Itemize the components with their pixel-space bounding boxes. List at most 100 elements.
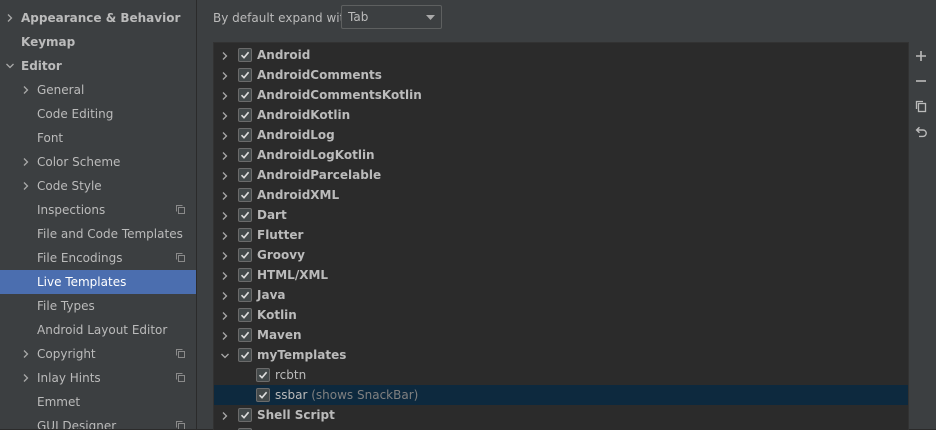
template-abbreviation: rcbtn: [275, 368, 307, 382]
sidebar-item-file-types[interactable]: File Types: [0, 294, 196, 318]
group-expander[interactable]: [220, 104, 232, 121]
group-name: myTemplates: [257, 348, 347, 362]
template-group-row[interactable]: HTML/XML: [214, 265, 908, 285]
group-expander[interactable]: [220, 304, 232, 321]
sidebar-item-inlay-hints[interactable]: Inlay Hints: [0, 366, 196, 390]
add-button[interactable]: [912, 47, 930, 65]
sidebar-expander[interactable]: [21, 150, 33, 167]
template-group-row[interactable]: AndroidCommentsKotlin: [214, 85, 908, 105]
settings-sidebar: Appearance & Behavior Keymap Editor General…: [0, 0, 196, 429]
enabled-checkbox[interactable]: [256, 368, 270, 382]
sidebar-expander[interactable]: [5, 6, 17, 23]
enabled-checkbox[interactable]: [238, 408, 252, 422]
group-expander[interactable]: [220, 184, 232, 201]
template-group-row[interactable]: [214, 425, 908, 430]
sidebar-item-editor[interactable]: Editor: [0, 54, 196, 78]
group-expander[interactable]: [220, 84, 232, 101]
enabled-checkbox[interactable]: [238, 328, 252, 342]
sidebar-item-label: Code Style: [37, 179, 102, 193]
group-expander[interactable]: [220, 64, 232, 81]
sidebar-item-emmet[interactable]: Emmet: [0, 390, 196, 414]
checkmark-icon: [240, 211, 250, 219]
group-expander[interactable]: [220, 164, 232, 181]
sidebar-item-code-style[interactable]: Code Style: [0, 174, 196, 198]
sidebar-item-color-scheme[interactable]: Color Scheme: [0, 150, 196, 174]
template-group-row[interactable]: Groovy: [214, 245, 908, 265]
enabled-checkbox[interactable]: [256, 388, 270, 402]
enabled-checkbox[interactable]: [238, 308, 252, 322]
enabled-checkbox[interactable]: [238, 168, 252, 182]
enabled-checkbox[interactable]: [238, 108, 252, 122]
enabled-checkbox[interactable]: [238, 248, 252, 262]
sidebar-expander[interactable]: [21, 174, 33, 191]
enabled-checkbox[interactable]: [238, 188, 252, 202]
restore-defaults-button[interactable]: [912, 123, 930, 141]
template-group-row[interactable]: Kotlin: [214, 305, 908, 325]
group-expander[interactable]: [220, 284, 232, 301]
template-group-row[interactable]: AndroidParcelable: [214, 165, 908, 185]
chevron-right-icon: [23, 158, 29, 166]
template-group-row[interactable]: Maven: [214, 325, 908, 345]
enabled-checkbox[interactable]: [238, 268, 252, 282]
group-expander[interactable]: [220, 404, 232, 421]
sidebar-item-file-and-code-templates[interactable]: File and Code Templates: [0, 222, 196, 246]
chevron-right-icon: [222, 292, 228, 300]
template-group-row[interactable]: Dart: [214, 205, 908, 225]
enabled-checkbox[interactable]: [238, 148, 252, 162]
group-expander[interactable]: [220, 424, 232, 430]
group-expander[interactable]: [220, 144, 232, 161]
template-group-row[interactable]: AndroidXML: [214, 185, 908, 205]
template-group-row[interactable]: Android: [214, 45, 908, 65]
duplicate-button[interactable]: [912, 97, 930, 115]
sidebar-expander[interactable]: [5, 54, 17, 71]
sidebar-item-gui-designer[interactable]: GUI Designer: [0, 414, 196, 429]
template-group-row[interactable]: AndroidLog: [214, 125, 908, 145]
sidebar-item-appearance-behavior[interactable]: Appearance & Behavior: [0, 6, 196, 30]
template-group-row[interactable]: Shell Script: [214, 405, 908, 425]
sidebar-item-inspections[interactable]: Inspections: [0, 198, 196, 222]
enabled-checkbox[interactable]: [238, 208, 252, 222]
checkmark-icon: [258, 391, 268, 399]
template-row[interactable]: rcbtn: [214, 365, 908, 385]
enabled-checkbox[interactable]: [238, 348, 252, 362]
template-group-row[interactable]: myTemplates: [214, 345, 908, 365]
group-expander[interactable]: [220, 344, 232, 361]
group-expander[interactable]: [220, 204, 232, 221]
checkmark-icon: [240, 411, 250, 419]
group-expander[interactable]: [220, 244, 232, 261]
sidebar-item-code-editing[interactable]: Code Editing: [0, 102, 196, 126]
checkmark-icon: [240, 331, 250, 339]
template-row[interactable]: ssbar (shows SnackBar): [214, 385, 908, 405]
remove-button[interactable]: [912, 72, 930, 90]
enabled-checkbox[interactable]: [238, 128, 252, 142]
sidebar-expander[interactable]: [21, 78, 33, 95]
checkmark-icon: [240, 191, 250, 199]
sidebar-expander[interactable]: [21, 366, 33, 383]
group-expander[interactable]: [220, 224, 232, 241]
group-expander[interactable]: [220, 264, 232, 281]
template-group-row[interactable]: AndroidLogKotlin: [214, 145, 908, 165]
group-expander[interactable]: [220, 124, 232, 141]
sidebar-expander[interactable]: [21, 342, 33, 359]
sidebar-item-file-encodings[interactable]: File Encodings: [0, 246, 196, 270]
enabled-checkbox[interactable]: [238, 48, 252, 62]
group-expander[interactable]: [220, 44, 232, 61]
group-expander[interactable]: [220, 324, 232, 341]
expand-with-value: Tab: [348, 10, 369, 24]
expand-with-dropdown[interactable]: Tab: [341, 5, 442, 29]
enabled-checkbox[interactable]: [238, 228, 252, 242]
template-group-row[interactable]: Flutter: [214, 225, 908, 245]
sidebar-item-font[interactable]: Font: [0, 126, 196, 150]
chevron-right-icon: [222, 152, 228, 160]
template-group-row[interactable]: AndroidKotlin: [214, 105, 908, 125]
enabled-checkbox[interactable]: [238, 88, 252, 102]
template-group-row[interactable]: Java: [214, 285, 908, 305]
enabled-checkbox[interactable]: [238, 68, 252, 82]
sidebar-item-android-layout-editor[interactable]: Android Layout Editor: [0, 318, 196, 342]
sidebar-item-copyright[interactable]: Copyright: [0, 342, 196, 366]
enabled-checkbox[interactable]: [238, 288, 252, 302]
template-group-row[interactable]: AndroidComments: [214, 65, 908, 85]
sidebar-item-live-templates[interactable]: Live Templates: [0, 270, 196, 294]
sidebar-item-general[interactable]: General: [0, 78, 196, 102]
sidebar-item-keymap[interactable]: Keymap: [0, 30, 196, 54]
